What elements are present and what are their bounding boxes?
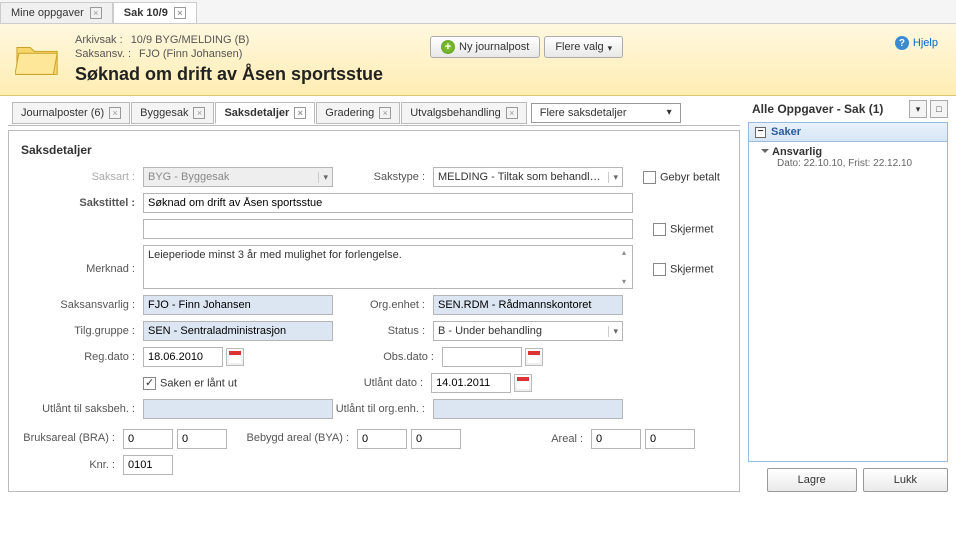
tab-mine-oppgaver[interactable]: Mine oppgaver ×	[0, 2, 113, 23]
gebyr-label: Gebyr betalt	[660, 171, 720, 183]
plus-icon: +	[441, 40, 455, 54]
saken-lant-checkbox[interactable]	[143, 377, 156, 390]
knr-input[interactable]	[123, 455, 173, 475]
regdato-label: Reg.dato :	[13, 351, 143, 363]
sakstittel2-input[interactable]	[143, 219, 633, 239]
arkivsak-label: Arkivsak :	[75, 34, 123, 46]
areal-input-2[interactable]	[645, 429, 695, 449]
sakstype-select[interactable]: MELDING - Tiltak som behandles etter	[433, 167, 623, 187]
calendar-icon[interactable]	[226, 348, 244, 366]
folder-icon	[15, 39, 61, 79]
tab-byggesak[interactable]: Byggesak×	[131, 102, 214, 124]
bruksareal-input-2[interactable]	[177, 429, 227, 449]
tab-label: Sak 10/9	[124, 7, 168, 19]
saksansv-label: Saksansv. :	[75, 48, 131, 60]
chevron-down-icon[interactable]: ▾	[909, 100, 927, 118]
orgenhet-label: Org.enhet :	[333, 299, 433, 311]
minus-icon[interactable]: −	[755, 127, 766, 138]
help-link[interactable]: ? Hjelp	[895, 36, 938, 50]
sakstype-label: Sakstype :	[333, 171, 433, 183]
skjermet1-checkbox[interactable]	[653, 223, 666, 236]
tab-saksdetaljer[interactable]: Saksdetaljer×	[215, 102, 315, 124]
saksansvarlig-label: Saksansvarlig :	[13, 299, 143, 311]
tab-journalposter[interactable]: Journalposter (6)×	[12, 102, 130, 124]
areal-label: Areal :	[461, 433, 591, 445]
merknad-label: Merknad :	[13, 245, 143, 275]
triangle-icon	[761, 149, 769, 153]
close-icon[interactable]: ×	[90, 7, 102, 19]
side-title: Alle Oppgaver - Sak (1)	[748, 100, 887, 118]
collapse-icon[interactable]: □	[930, 100, 948, 118]
page-title: Søknad om drift av Åsen sportsstue	[75, 64, 941, 85]
knr-label: Knr. :	[13, 459, 123, 471]
calendar-icon[interactable]	[525, 348, 543, 366]
saksart-label: Saksart :	[13, 171, 143, 183]
areal-input-1[interactable]	[591, 429, 641, 449]
ny-journalpost-button[interactable]: + Ny journalpost	[430, 36, 540, 58]
utlant-saksbeh-label: Utlånt til saksbeh. :	[13, 403, 143, 415]
tab-gradering[interactable]: Gradering×	[316, 102, 400, 124]
saksansv-value: FJO (Finn Johansen)	[139, 48, 242, 60]
scroll-down-icon[interactable]: ▾	[618, 277, 630, 286]
merknad-textarea[interactable]: Leieperiode minst 3 år med mulighet for …	[143, 245, 633, 289]
status-select[interactable]: B - Under behandling	[433, 321, 623, 341]
utlant-orgenh-input[interactable]	[433, 399, 623, 419]
side-section-header[interactable]: − Saker	[749, 123, 947, 142]
close-icon[interactable]: ×	[109, 107, 121, 119]
side-item-ansvarlig[interactable]: Ansvarlig Dato: 22.10.10, Frist: 22.12.1…	[749, 142, 947, 173]
help-icon: ?	[895, 36, 909, 50]
panel-title: Saksdetaljer	[13, 141, 735, 167]
sakstittel-input[interactable]	[143, 193, 633, 213]
utlant-orgenh-label: Utlånt til org.enh. :	[333, 403, 433, 415]
flere-saksdetaljer-dropdown[interactable]: Flere saksdetaljer	[531, 103, 681, 123]
scroll-up-icon[interactable]: ▴	[618, 248, 630, 257]
bebygd-input-2[interactable]	[411, 429, 461, 449]
skjermet2-checkbox[interactable]	[653, 263, 666, 276]
obsdato-label: Obs.dato :	[244, 351, 442, 363]
calendar-icon[interactable]	[514, 374, 532, 392]
arkivsak-value: 10/9 BYG/MELDING (B)	[131, 34, 250, 46]
regdato-input[interactable]	[143, 347, 223, 367]
bebygd-input-1[interactable]	[357, 429, 407, 449]
saksart-select: BYG - Byggesak	[143, 167, 333, 187]
close-icon[interactable]: ×	[506, 107, 518, 119]
close-icon[interactable]: ×	[174, 7, 186, 19]
gebyr-checkbox[interactable]	[643, 171, 656, 184]
tab-utvalgsbehandling[interactable]: Utvalgsbehandling×	[401, 102, 527, 124]
bebygd-label: Bebygd areal (BYA) :	[227, 432, 357, 445]
close-icon[interactable]: ×	[379, 107, 391, 119]
obsdato-input[interactable]	[442, 347, 522, 367]
lagre-button[interactable]: Lagre	[767, 468, 857, 492]
close-icon[interactable]: ×	[294, 107, 306, 119]
close-icon[interactable]: ×	[193, 107, 205, 119]
utlantdato-input[interactable]	[431, 373, 511, 393]
tab-sak[interactable]: Sak 10/9 ×	[113, 2, 197, 23]
saksansvarlig-input[interactable]	[143, 295, 333, 315]
utlantdato-label: Utlånt dato :	[237, 377, 431, 389]
bruksareal-input-1[interactable]	[123, 429, 173, 449]
tilggruppe-label: Tilg.gruppe :	[13, 325, 143, 337]
tab-label: Mine oppgaver	[11, 7, 84, 19]
bruksareal-label: Bruksareal (BRA) :	[13, 432, 123, 445]
orgenhet-input[interactable]	[433, 295, 623, 315]
status-label: Status :	[333, 325, 433, 337]
lukk-button[interactable]: Lukk	[863, 468, 948, 492]
sakstittel-label: Sakstittel :	[13, 197, 143, 209]
utlant-saksbeh-input[interactable]	[143, 399, 333, 419]
tilggruppe-input[interactable]	[143, 321, 333, 341]
flere-valg-button[interactable]: Flere valg	[544, 36, 623, 58]
